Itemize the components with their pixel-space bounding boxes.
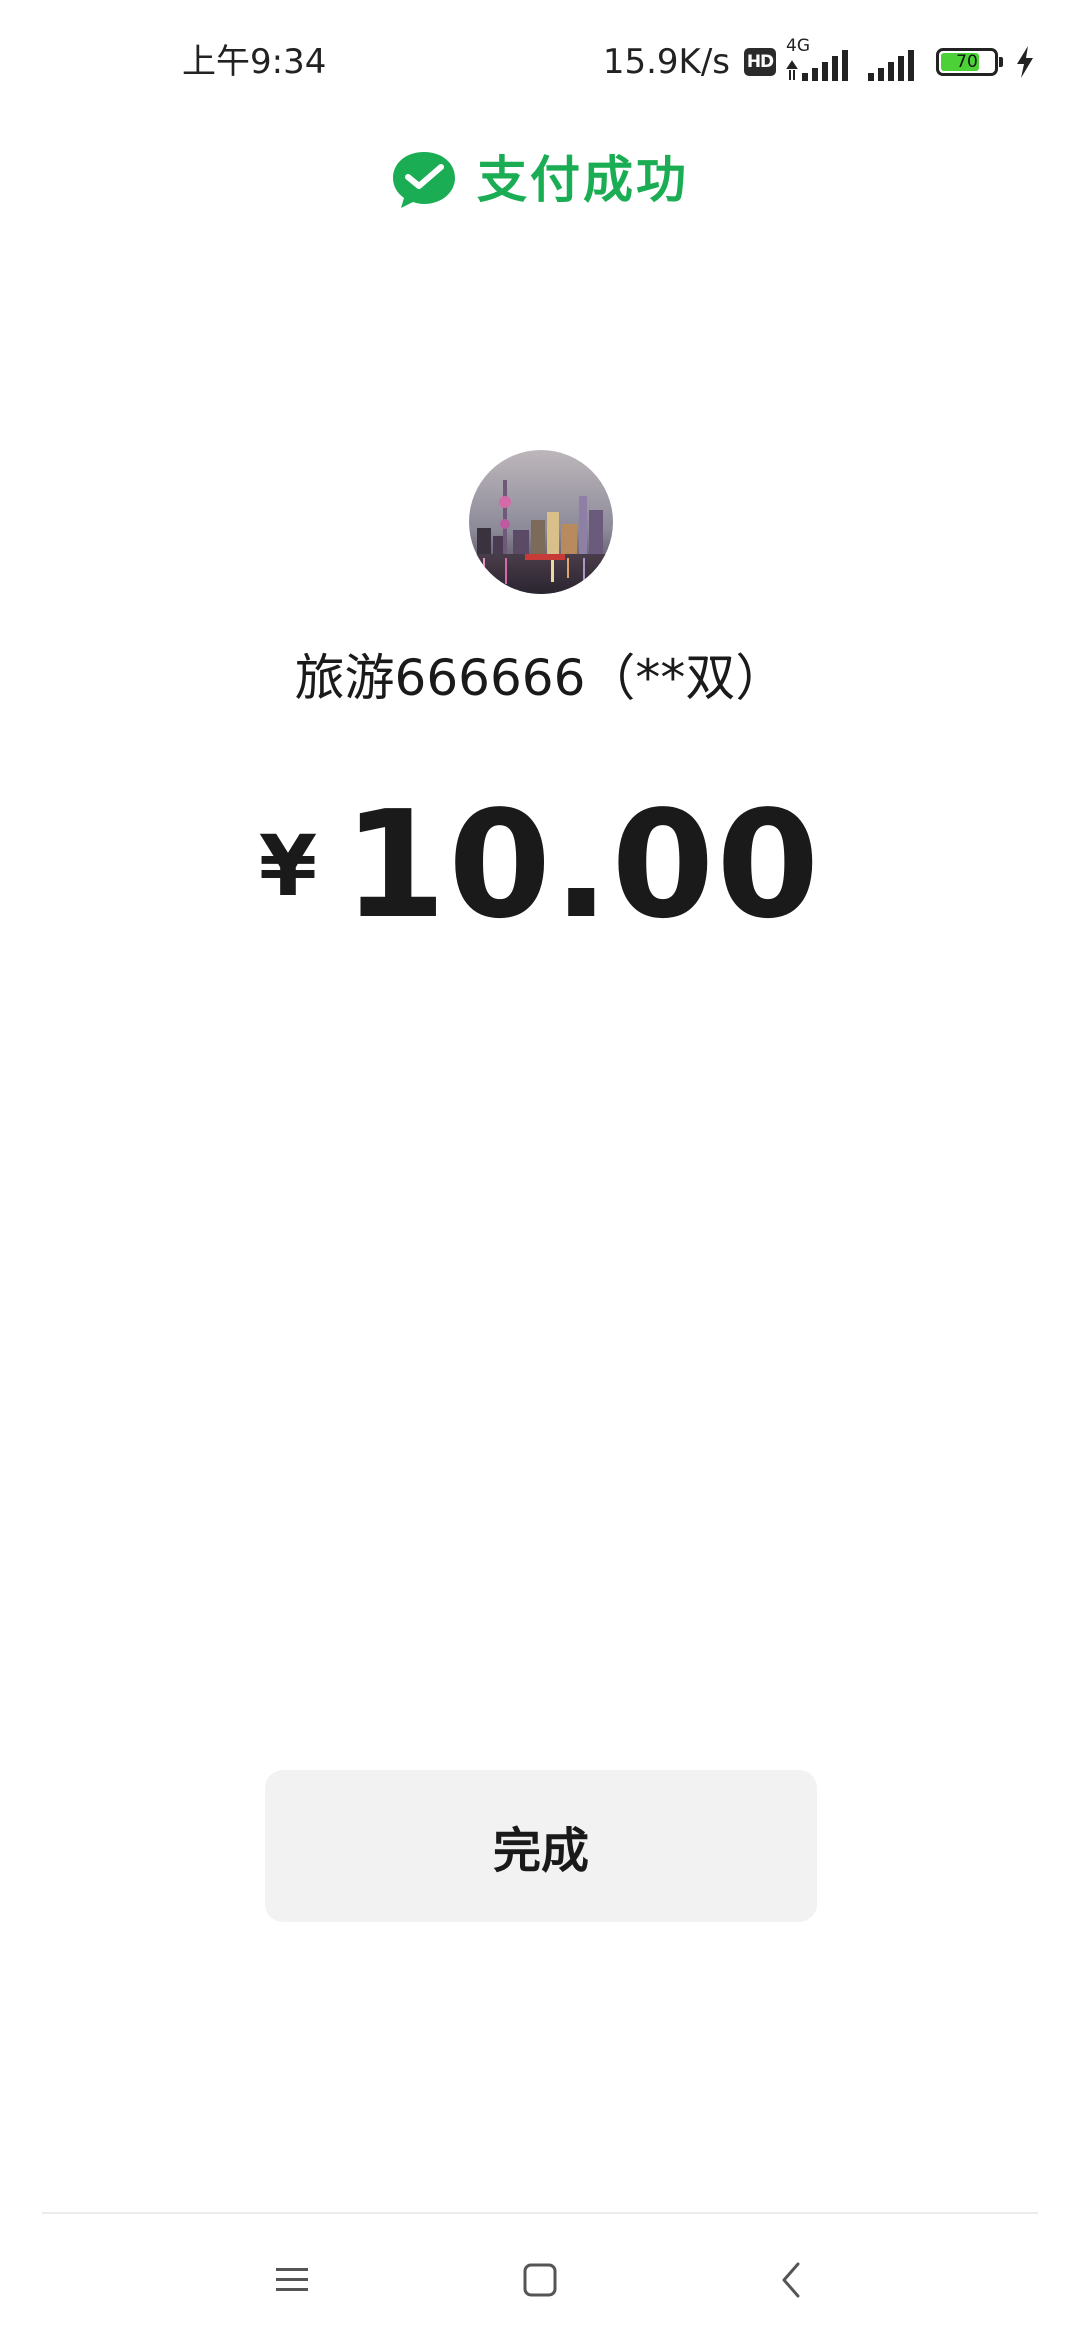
charging-icon [1014,44,1036,80]
navigation-bar [0,2214,1080,2340]
avatar [469,450,613,594]
page-title: 支付成功 [477,151,689,209]
network-speed: 15.9K/s [602,42,730,82]
status-time: 上午9:34 [182,42,327,82]
amount-value: 10.00 [343,779,822,951]
status-bar: 上午9:34 15.9K/s HD 4G 70 [0,0,1080,128]
currency-symbol: ¥ [258,817,318,915]
home-icon[interactable] [510,2250,570,2310]
menu-icon[interactable] [262,2250,322,2310]
back-icon[interactable] [762,2250,822,2310]
wechat-pay-icon [391,150,457,210]
battery-icon: 70 [936,48,1003,76]
hd-icon: HD [744,48,776,76]
status-icons: 15.9K/s HD 4G 70 [603,36,1036,88]
battery-level: 70 [956,52,978,72]
done-button[interactable]: 完成 [265,1770,817,1922]
signal-icon [866,40,916,84]
payment-success-header: 支付成功 [0,140,1080,220]
payment-amount: ¥ 10.00 [0,790,1080,940]
payee-name: 旅游666666（**双） [294,649,786,707]
signal-icon: 4G [786,36,852,84]
